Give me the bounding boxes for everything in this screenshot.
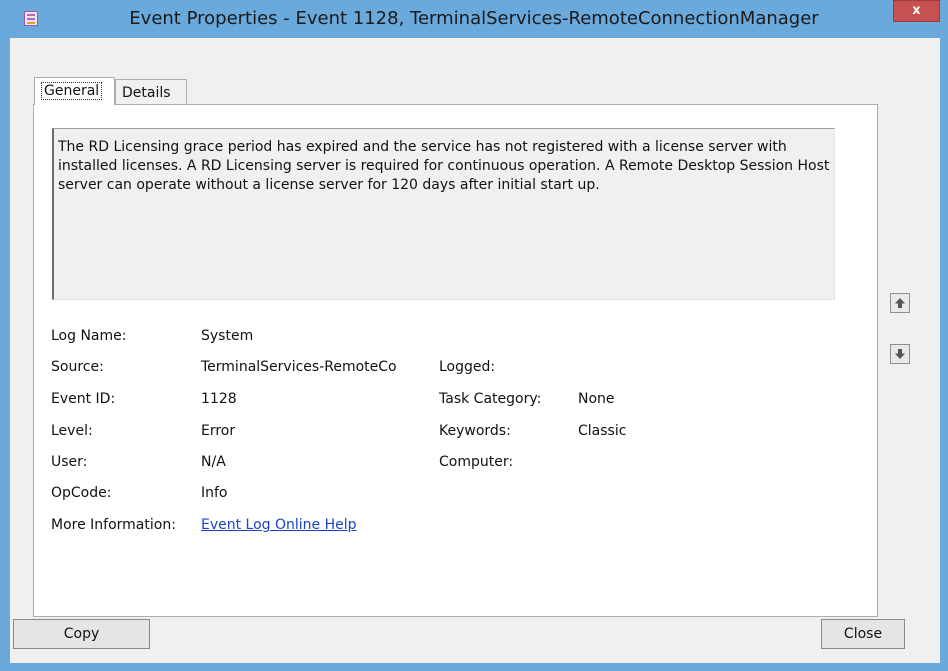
arrow-up-icon bbox=[895, 298, 905, 308]
level-label: Level: bbox=[51, 423, 93, 439]
event-properties-window: Event Properties - Event 1128, TerminalS… bbox=[0, 0, 948, 671]
tab-general[interactable]: General bbox=[34, 77, 115, 105]
close-window-button[interactable]: x bbox=[893, 0, 940, 22]
source-value[interactable]: TerminalServices-RemoteCo bbox=[201, 359, 397, 375]
computer-label: Computer: bbox=[439, 454, 514, 470]
more-information-label: More Information: bbox=[51, 517, 176, 533]
next-event-button[interactable] bbox=[890, 344, 910, 364]
user-value[interactable]: N/A bbox=[201, 454, 226, 470]
window-title: Event Properties - Event 1128, TerminalS… bbox=[129, 8, 819, 29]
task-category-value[interactable]: None bbox=[578, 391, 615, 407]
dialog-client-area: General Details The RD Licensing grace p… bbox=[10, 38, 940, 663]
tab-general-label: General bbox=[41, 82, 103, 100]
event-description-box[interactable]: The RD Licensing grace period has expire… bbox=[52, 128, 835, 300]
event-id-label: Event ID: bbox=[51, 391, 116, 407]
log-name-label: Log Name: bbox=[51, 328, 127, 344]
task-category-label: Task Category: bbox=[439, 391, 542, 407]
event-id-value[interactable]: 1128 bbox=[201, 391, 237, 407]
event-description-text: The RD Licensing grace period has expire… bbox=[58, 139, 830, 193]
logged-label: Logged: bbox=[439, 359, 496, 375]
arrow-down-icon bbox=[895, 349, 905, 359]
event-log-online-help-link[interactable]: Event Log Online Help bbox=[201, 517, 357, 533]
log-name-value[interactable]: System bbox=[201, 328, 253, 344]
copy-button[interactable]: Copy bbox=[13, 619, 150, 649]
tab-details[interactable]: Details bbox=[115, 79, 187, 105]
opcode-value[interactable]: Info bbox=[201, 485, 228, 501]
level-value[interactable]: Error bbox=[201, 423, 235, 439]
keywords-label: Keywords: bbox=[439, 423, 511, 439]
source-label: Source: bbox=[51, 359, 104, 375]
title-bar[interactable]: Event Properties - Event 1128, TerminalS… bbox=[0, 0, 948, 38]
user-label: User: bbox=[51, 454, 88, 470]
opcode-label: OpCode: bbox=[51, 485, 112, 501]
previous-event-button[interactable] bbox=[890, 293, 910, 313]
keywords-value[interactable]: Classic bbox=[578, 423, 626, 439]
close-button[interactable]: Close bbox=[821, 619, 905, 649]
